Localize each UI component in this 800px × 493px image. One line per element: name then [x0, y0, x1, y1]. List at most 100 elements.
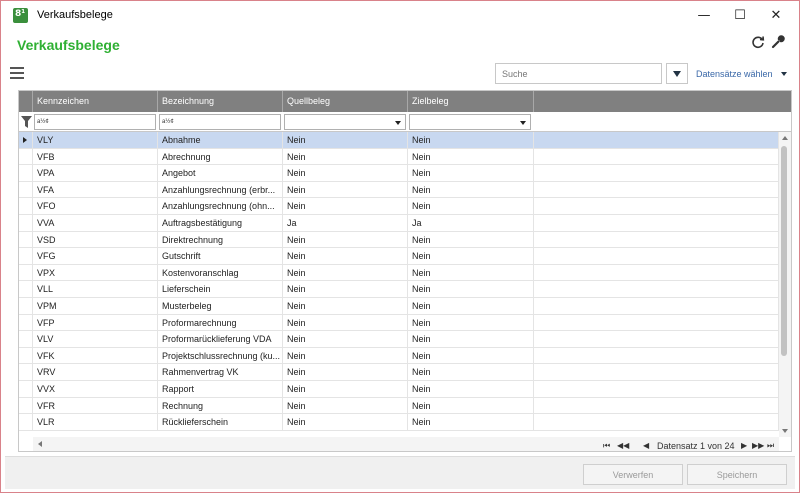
cell-zielbeleg[interactable]: Nein	[408, 281, 534, 298]
cell-empty[interactable]	[534, 165, 779, 182]
row-gutter[interactable]	[19, 148, 33, 165]
table-row[interactable]: VSD Direktrechnung Nein Nein	[19, 231, 779, 249]
table-row[interactable]: VPM Musterbeleg Nein Nein	[19, 297, 779, 315]
minimize-button[interactable]: —	[685, 1, 723, 30]
filter-select-quellbeleg[interactable]	[284, 114, 406, 130]
cell-empty[interactable]	[534, 214, 779, 231]
column-header-kennzeichen[interactable]: Kennzeichen	[33, 91, 158, 112]
cell-quellbeleg[interactable]: Nein	[283, 380, 408, 397]
cell-kennzeichen[interactable]: VLR	[33, 414, 158, 431]
cell-bezeichnung[interactable]: Rücklieferschein	[158, 414, 283, 431]
table-row[interactable]: VFB Abrechnung Nein Nein	[19, 148, 779, 166]
cell-empty[interactable]	[534, 198, 779, 215]
cell-zielbeleg[interactable]: Nein	[408, 297, 534, 314]
cell-kennzeichen[interactable]: VFO	[33, 198, 158, 215]
cell-kennzeichen[interactable]: VFK	[33, 347, 158, 364]
row-gutter[interactable]	[19, 331, 33, 348]
scrollbar-thumb[interactable]	[781, 146, 787, 356]
cell-kennzeichen[interactable]: VFG	[33, 248, 158, 265]
cell-zielbeleg[interactable]: Ja	[408, 214, 534, 231]
row-gutter[interactable]	[19, 397, 33, 414]
cell-bezeichnung[interactable]: Abrechnung	[158, 148, 283, 165]
cell-quellbeleg[interactable]: Nein	[283, 397, 408, 414]
cell-bezeichnung[interactable]: Direktrechnung	[158, 231, 283, 248]
cell-empty[interactable]	[534, 397, 779, 414]
column-header-zielbeleg[interactable]: Zielbeleg	[408, 91, 534, 112]
cell-quellbeleg[interactable]: Ja	[283, 214, 408, 231]
cell-bezeichnung[interactable]: Anzahlungsrechnung (ohn...	[158, 198, 283, 215]
row-gutter[interactable]	[19, 364, 33, 381]
cell-quellbeleg[interactable]: Nein	[283, 181, 408, 198]
cell-empty[interactable]	[534, 414, 779, 431]
cell-empty[interactable]	[534, 231, 779, 248]
cell-zielbeleg[interactable]: Nein	[408, 248, 534, 265]
cell-quellbeleg[interactable]: Nein	[283, 248, 408, 265]
cell-zielbeleg[interactable]: Nein	[408, 132, 534, 148]
next-record-icon[interactable]: ▶	[741, 439, 747, 453]
cell-zielbeleg[interactable]: Nein	[408, 347, 534, 364]
cell-quellbeleg[interactable]: Nein	[283, 198, 408, 215]
cell-zielbeleg[interactable]: Nein	[408, 414, 534, 431]
table-row[interactable]: VVA Auftragsbestätigung Ja Ja	[19, 214, 779, 232]
row-gutter[interactable]	[19, 281, 33, 298]
last-record-icon[interactable]: ⏭	[767, 439, 774, 453]
cell-empty[interactable]	[534, 248, 779, 265]
cell-quellbeleg[interactable]: Nein	[283, 314, 408, 331]
table-row[interactable]: VFR Rechnung Nein Nein	[19, 397, 779, 415]
cell-empty[interactable]	[534, 347, 779, 364]
cell-kennzeichen[interactable]: VLY	[33, 132, 158, 148]
table-row[interactable]: VFA Anzahlungsrechnung (erbr... Nein Nein	[19, 181, 779, 199]
funnel-icon[interactable]	[21, 116, 32, 128]
cell-zielbeleg[interactable]: Nein	[408, 181, 534, 198]
cell-kennzeichen[interactable]: VFP	[33, 314, 158, 331]
cell-bezeichnung[interactable]: Projektschlussrechnung (ku...	[158, 347, 283, 364]
cell-empty[interactable]	[534, 380, 779, 397]
row-gutter[interactable]	[19, 165, 33, 182]
next-page-icon[interactable]: ▶▶	[752, 439, 764, 453]
row-gutter[interactable]	[19, 198, 33, 215]
cell-quellbeleg[interactable]: Nein	[283, 364, 408, 381]
column-header-quellbeleg[interactable]: Quellbeleg	[283, 91, 408, 112]
first-record-icon[interactable]: ⏮	[603, 439, 610, 453]
row-gutter[interactable]	[19, 414, 33, 431]
filter-input-bezeichnung[interactable]: a½¢	[159, 114, 281, 130]
table-row[interactable]: VLL Lieferschein Nein Nein	[19, 281, 779, 298]
table-row[interactable]: VFG Gutschrift Nein Nein	[19, 248, 779, 265]
cell-kennzeichen[interactable]: VLL	[33, 281, 158, 298]
cell-bezeichnung[interactable]: Lieferschein	[158, 281, 283, 298]
cell-zielbeleg[interactable]: Nein	[408, 380, 534, 397]
cell-quellbeleg[interactable]: Nein	[283, 281, 408, 298]
cell-quellbeleg[interactable]: Nein	[283, 414, 408, 431]
filter-select-zielbeleg[interactable]	[409, 114, 531, 130]
table-row[interactable]: VLR Rücklieferschein Nein Nein	[19, 414, 779, 431]
cell-kennzeichen[interactable]: VFB	[33, 148, 158, 165]
row-gutter[interactable]	[19, 347, 33, 364]
cell-empty[interactable]	[534, 314, 779, 331]
column-header-bezeichnung[interactable]: Bezeichnung	[158, 91, 283, 112]
cell-kennzeichen[interactable]: VPM	[33, 297, 158, 314]
cell-quellbeleg[interactable]: Nein	[283, 331, 408, 348]
cell-bezeichnung[interactable]: Angebot	[158, 165, 283, 182]
table-row[interactable]: VRV Rahmenvertrag VK Nein Nein	[19, 364, 779, 381]
cell-bezeichnung[interactable]: Abnahme	[158, 132, 283, 148]
close-button[interactable]: ✕	[757, 1, 795, 30]
search-input[interactable]	[495, 63, 662, 84]
cell-bezeichnung[interactable]: Proformarücklieferung VDA	[158, 331, 283, 348]
table-row[interactable]: VLY Abnahme Nein Nein	[19, 132, 779, 149]
cell-zielbeleg[interactable]: Nein	[408, 314, 534, 331]
table-row[interactable]: VLV Proformarücklieferung VDA Nein Nein	[19, 331, 779, 348]
row-gutter[interactable]	[19, 248, 33, 265]
cell-bezeichnung[interactable]: Musterbeleg	[158, 297, 283, 314]
row-gutter[interactable]	[19, 231, 33, 248]
cell-quellbeleg[interactable]: Nein	[283, 148, 408, 165]
cell-bezeichnung[interactable]: Rechnung	[158, 397, 283, 414]
cell-quellbeleg[interactable]: Nein	[283, 231, 408, 248]
cell-kennzeichen[interactable]: VPA	[33, 165, 158, 182]
table-row[interactable]: VFP Proformarechnung Nein Nein	[19, 314, 779, 332]
table-row[interactable]: VVX Rapport Nein Nein	[19, 380, 779, 398]
cell-quellbeleg[interactable]: Nein	[283, 347, 408, 364]
select-records-link[interactable]: Datensätze wählen	[696, 69, 773, 79]
cell-empty[interactable]	[534, 297, 779, 314]
prev-record-icon[interactable]: ◀	[643, 439, 649, 453]
cell-kennzeichen[interactable]: VVX	[33, 380, 158, 397]
